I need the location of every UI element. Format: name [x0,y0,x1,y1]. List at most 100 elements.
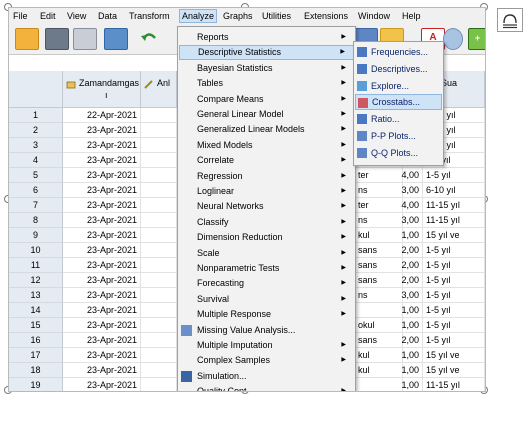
print-icon[interactable] [73,28,97,50]
cell[interactable] [141,273,177,288]
experience-cell[interactable]: 1-5 yıl [423,303,485,318]
menu-item-bayesian-statistics[interactable]: Bayesian Statistics ▶ [179,61,354,76]
experience-cell[interactable]: 1-5 yıl [423,318,485,333]
row-number[interactable]: 14 [9,303,63,318]
cell[interactable] [141,168,177,183]
cell[interactable] [141,378,177,391]
experience-cell[interactable]: 15 yıl ve [423,363,485,378]
number-cell[interactable]: 4,00 [393,198,423,213]
date-cell[interactable]: 23-Apr-2021 [63,138,141,153]
number-cell[interactable]: 1,00 [393,318,423,333]
experience-cell[interactable]: 15 yıl ve [423,228,485,243]
date-cell[interactable]: 23-Apr-2021 [63,363,141,378]
number-cell[interactable]: 1,00 [393,363,423,378]
submenu-item-ratio[interactable]: Ratio... [355,111,442,127]
date-cell[interactable]: 23-Apr-2021 [63,348,141,363]
save-icon[interactable] [45,28,69,50]
cell[interactable] [141,123,177,138]
date-cell[interactable]: 23-Apr-2021 [63,213,141,228]
cell[interactable] [141,303,177,318]
experience-cell[interactable]: 11-15 yıl [423,198,485,213]
number-cell[interactable]: 4,00 [393,168,423,183]
row-number[interactable]: 1 [9,108,63,123]
date-cell[interactable]: 23-Apr-2021 [63,303,141,318]
row-number[interactable]: 3 [9,138,63,153]
cell[interactable] [141,138,177,153]
submenu-item-descriptives[interactable]: Descriptives... [355,61,442,77]
add-icon[interactable]: + [468,28,485,50]
date-cell[interactable]: 23-Apr-2021 [63,333,141,348]
row-number[interactable]: 17 [9,348,63,363]
number-cell[interactable]: 1,00 [393,378,423,391]
experience-cell[interactable]: 15 yıl ve [423,348,485,363]
menu-item-forecasting[interactable]: Forecasting ▶ [179,276,354,291]
column-header-anl[interactable]: Anl [141,71,177,108]
experience-cell[interactable]: 11-15 yıl [423,213,485,228]
menu-item-simulation[interactable]: Simulation... [179,369,354,384]
menu-item-tables[interactable]: Tables ▶ [179,76,354,91]
number-cell[interactable]: 3,00 [393,213,423,228]
menu-item-regression[interactable]: Regression ▶ [179,169,354,184]
menu-item-generalized-linear-models[interactable]: Generalized Linear Models ▶ [179,122,354,137]
menu-graphs[interactable]: Graphs [223,10,253,22]
submenu-item-p-p-plots[interactable]: P-P Plots... [355,128,442,144]
date-cell[interactable]: 23-Apr-2021 [63,168,141,183]
cell[interactable] [141,348,177,363]
row-number[interactable]: 18 [9,363,63,378]
row-number[interactable]: 5 [9,168,63,183]
date-cell[interactable]: 23-Apr-2021 [63,258,141,273]
submenu-item-explore[interactable]: Explore... [355,78,442,94]
menu-item-mixed-models[interactable]: Mixed Models ▶ [179,138,354,153]
number-cell[interactable]: 2,00 [393,243,423,258]
number-cell[interactable]: 2,00 [393,333,423,348]
submenu-item-q-q-plots[interactable]: Q-Q Plots... [355,145,442,161]
cell[interactable] [141,363,177,378]
undo-icon[interactable] [139,28,159,48]
menu-item-complex-samples[interactable]: Complex Samples ▶ [179,353,354,368]
menu-item-compare-means[interactable]: Compare Means ▶ [179,92,354,107]
menu-item-reports[interactable]: Reports ▶ [179,30,354,45]
use-sets-icon[interactable] [443,28,463,50]
menu-view[interactable]: View [67,10,86,22]
menu-item-multiple-imputation[interactable]: Multiple Imputation ▶ [179,338,354,353]
layout-options-icon[interactable] [497,8,523,32]
open-folder-icon[interactable] [15,28,39,50]
experience-cell[interactable]: 1-5 yıl [423,168,485,183]
date-cell[interactable]: 23-Apr-2021 [63,228,141,243]
menu-analyze[interactable]: Analyze [179,9,218,23]
cell[interactable] [141,318,177,333]
menu-extensions[interactable]: Extensions [304,10,348,22]
menu-edit[interactable]: Edit [40,10,56,22]
cell[interactable] [141,183,177,198]
menu-item-correlate[interactable]: Correlate ▶ [179,153,354,168]
menu-data[interactable]: Data [98,10,117,22]
column-header-zamandamgasi[interactable]: Zamandamgas ı [63,71,141,108]
experience-cell[interactable]: 1-5 yıl [423,258,485,273]
number-cell[interactable]: 2,00 [393,258,423,273]
date-cell[interactable]: 23-Apr-2021 [63,153,141,168]
number-cell[interactable]: 3,00 [393,183,423,198]
experience-cell[interactable]: 1-5 yıl [423,273,485,288]
row-number[interactable]: 6 [9,183,63,198]
row-number[interactable]: 13 [9,288,63,303]
row-number[interactable]: 11 [9,258,63,273]
date-cell[interactable]: 23-Apr-2021 [63,273,141,288]
cell[interactable] [141,288,177,303]
row-number[interactable]: 4 [9,153,63,168]
menu-item-missing-value-analysis[interactable]: Missing Value Analysis... [179,323,354,338]
experience-cell[interactable]: 1-5 yıl [423,333,485,348]
submenu-item-frequencies[interactable]: Frequencies... [355,44,442,60]
date-cell[interactable]: 23-Apr-2021 [63,243,141,258]
menu-item-general-linear-model[interactable]: General Linear Model ▶ [179,107,354,122]
cell[interactable] [141,258,177,273]
submenu-item-crosstabs[interactable]: Crosstabs... [355,94,442,111]
menu-item-survival[interactable]: Survival ▶ [179,292,354,307]
menu-item-scale[interactable]: Scale ▶ [179,246,354,261]
date-cell[interactable]: 23-Apr-2021 [63,183,141,198]
number-cell[interactable]: 1,00 [393,348,423,363]
menu-utilities[interactable]: Utilities [262,10,291,22]
date-cell[interactable]: 23-Apr-2021 [63,288,141,303]
date-cell[interactable]: 23-Apr-2021 [63,378,141,391]
cell[interactable] [141,108,177,123]
number-cell[interactable]: 1,00 [393,228,423,243]
